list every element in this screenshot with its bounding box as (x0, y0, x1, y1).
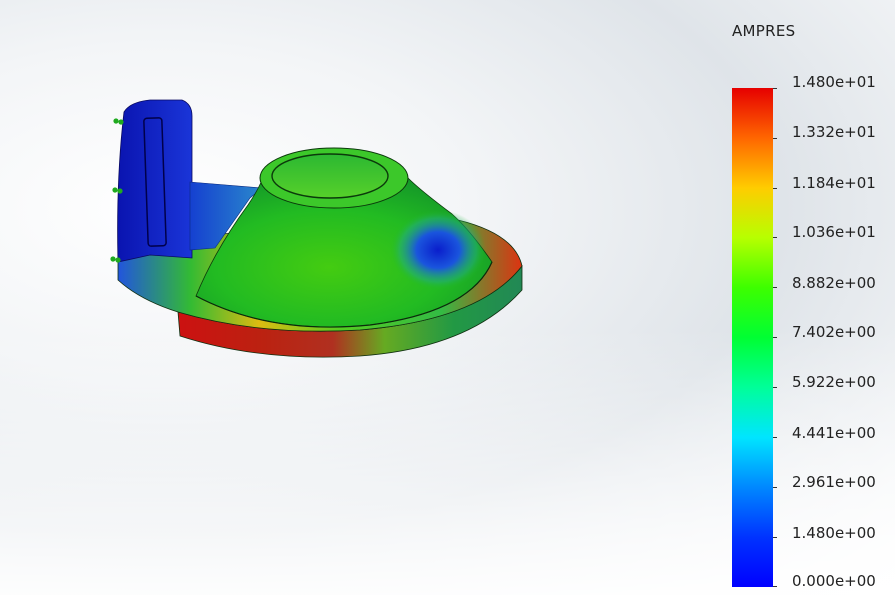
fixture-marker-icon (117, 188, 123, 194)
fixture-marker-icon (115, 257, 121, 263)
legend-tick (773, 337, 777, 338)
legend-label: 1.480e+00 (792, 524, 876, 542)
legend-tick-labels: 1.480e+01 1.332e+01 1.184e+01 1.036e+01 … (773, 73, 883, 590)
fixture-marker-icon (110, 256, 116, 262)
legend-tick (773, 287, 777, 288)
graphics-viewport[interactable]: AMPRES 1.480e+01 1.332e+01 1.184e+01 1.0… (0, 0, 895, 595)
legend-tick (773, 237, 777, 238)
fixture-marker-icon (118, 119, 124, 125)
fixture-marker-icon (112, 187, 118, 193)
legend-tick (773, 537, 777, 538)
legend-label: 1.184e+01 (792, 174, 876, 192)
fixture-marker-icon (113, 118, 119, 124)
fea-result-model[interactable] (0, 0, 600, 420)
color-scale-bar[interactable] (732, 88, 773, 587)
legend-tick (773, 138, 777, 139)
vertical-bracket (117, 99, 193, 263)
legend-title: AMPRES (732, 22, 796, 40)
legend-label-min: 0.000e+00 (792, 572, 876, 590)
legend-tick (773, 387, 777, 388)
legend-tick (773, 487, 777, 488)
legend-label: 1.036e+01 (792, 223, 876, 241)
cone-opening (271, 153, 389, 199)
legend-label: 5.922e+00 (792, 373, 876, 391)
legend-label: 7.402e+00 (792, 323, 876, 341)
legend-label: 4.441e+00 (792, 424, 876, 442)
low-stress-region (390, 210, 486, 290)
legend-tick (773, 586, 777, 587)
legend-tick (773, 188, 777, 189)
legend-tick (773, 88, 777, 89)
legend-label: 8.882e+00 (792, 274, 876, 292)
legend-label-max: 1.480e+01 (792, 73, 876, 91)
legend-tick (773, 437, 777, 438)
legend-label: 2.961e+00 (792, 473, 876, 491)
legend-label: 1.332e+01 (792, 123, 876, 141)
